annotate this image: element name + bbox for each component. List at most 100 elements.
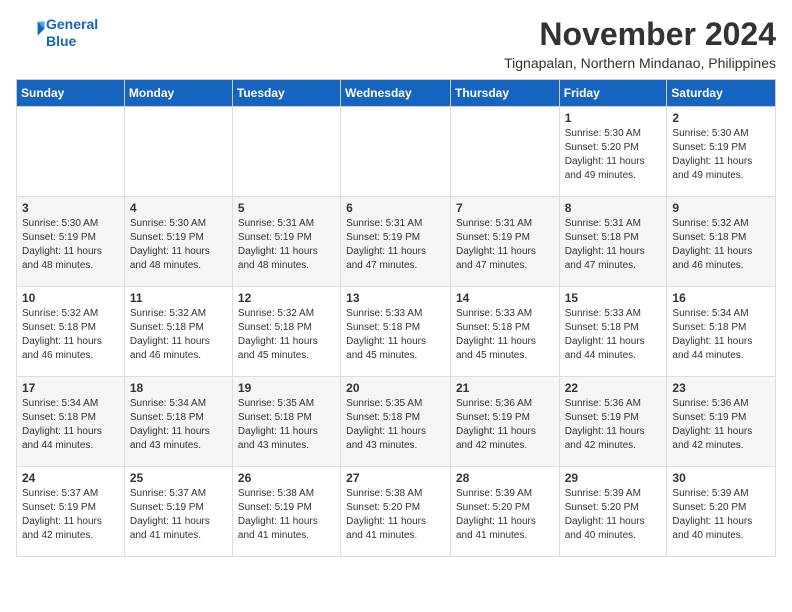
day-cell: 16 Sunrise: 5:34 AMSunset: 5:18 PMDayligh… xyxy=(667,287,776,377)
logo-line1: General xyxy=(46,16,98,32)
month-title: November 2024 xyxy=(504,16,776,53)
day-cell xyxy=(124,107,232,197)
day-cell: 19 Sunrise: 5:35 AMSunset: 5:18 PMDayligh… xyxy=(232,377,340,467)
day-cell: 28 Sunrise: 5:39 AMSunset: 5:20 PMDayligh… xyxy=(450,467,559,557)
day-info: Sunrise: 5:33 AMSunset: 5:18 PMDaylight:… xyxy=(346,307,445,363)
day-cell: 20Sunrise: 5:35 AMSunset: 5:18 PMDayligh… xyxy=(341,377,451,467)
day-info: Sunrise: 5:36 AMSunset: 5:19 PMDaylight:… xyxy=(456,397,554,453)
day-cell: 21 Sunrise: 5:36 AMSunset: 5:19 PMDayligh… xyxy=(450,377,559,467)
day-cell: 8 Sunrise: 5:31 AMSunset: 5:18 PMDaylight… xyxy=(559,197,667,287)
day-info: Sunrise: 5:34 AMSunset: 5:18 PMDaylight:… xyxy=(672,307,770,363)
day-cell: 10Sunrise: 5:32 AMSunset: 5:18 PMDayligh… xyxy=(17,287,125,377)
day-cell xyxy=(17,107,125,197)
day-cell xyxy=(341,107,451,197)
day-cell: 24 Sunrise: 5:37 AMSunset: 5:19 PMDayligh… xyxy=(17,467,125,557)
day-number: 26 xyxy=(238,471,335,485)
day-cell: 17Sunrise: 5:34 AMSunset: 5:18 PMDayligh… xyxy=(17,377,125,467)
day-cell: 23 Sunrise: 5:36 AMSunset: 5:19 PMDayligh… xyxy=(667,377,776,467)
day-number: 21 xyxy=(456,381,554,395)
day-cell: 30Sunrise: 5:39 AMSunset: 5:20 PMDayligh… xyxy=(667,467,776,557)
day-cell: 11 Sunrise: 5:32 AMSunset: 5:18 PMDayligh… xyxy=(124,287,232,377)
day-number: 2 xyxy=(672,111,770,125)
day-number: 17 xyxy=(22,381,119,395)
day-number: 6 xyxy=(346,201,445,215)
day-info: Sunrise: 5:36 AMSunset: 5:19 PMDaylight:… xyxy=(672,397,770,453)
day-number: 30 xyxy=(672,471,770,485)
day-info: Sunrise: 5:38 AMSunset: 5:19 PMDaylight:… xyxy=(238,487,335,543)
day-number: 3 xyxy=(22,201,119,215)
day-number: 14 xyxy=(456,291,554,305)
day-info: Sunrise: 5:30 AMSunset: 5:19 PMDaylight:… xyxy=(22,217,119,273)
day-cell: 22 Sunrise: 5:36 AMSunset: 5:19 PMDayligh… xyxy=(559,377,667,467)
col-header-thursday: Thursday xyxy=(450,80,559,107)
day-number: 16 xyxy=(672,291,770,305)
day-info: Sunrise: 5:31 AMSunset: 5:18 PMDaylight:… xyxy=(565,217,662,273)
day-number: 11 xyxy=(130,291,227,305)
day-number: 22 xyxy=(565,381,662,395)
day-info: Sunrise: 5:34 AMSunset: 5:18 PMDaylight:… xyxy=(130,397,227,453)
day-info: Sunrise: 5:39 AMSunset: 5:20 PMDaylight:… xyxy=(565,487,662,543)
day-number: 1 xyxy=(565,111,662,125)
day-cell: 1 Sunrise: 5:30 AMSunset: 5:20 PMDaylight… xyxy=(559,107,667,197)
day-number: 23 xyxy=(672,381,770,395)
day-info: Sunrise: 5:37 AMSunset: 5:19 PMDaylight:… xyxy=(22,487,119,543)
col-header-saturday: Saturday xyxy=(667,80,776,107)
day-cell: 5Sunrise: 5:31 AMSunset: 5:19 PMDaylight… xyxy=(232,197,340,287)
day-number: 12 xyxy=(238,291,335,305)
logo: General Blue xyxy=(16,16,98,50)
day-number: 10 xyxy=(22,291,119,305)
day-cell: 9 Sunrise: 5:32 AMSunset: 5:18 PMDaylight… xyxy=(667,197,776,287)
calendar-table: SundayMondayTuesdayWednesdayThursdayFrid… xyxy=(16,79,776,557)
day-info: Sunrise: 5:37 AMSunset: 5:19 PMDaylight:… xyxy=(130,487,227,543)
week-row-3: 10 Sunrise: 5:32 AMSunset: 5:18 PMDayligh… xyxy=(17,287,776,377)
day-info: Sunrise: 5:30 AMSunset: 5:20 PMDaylight:… xyxy=(565,127,662,183)
day-cell xyxy=(450,107,559,197)
col-header-wednesday: Wednesday xyxy=(341,80,451,107)
day-info: Sunrise: 5:31 AMSunset: 5:19 PMDaylight:… xyxy=(456,217,554,273)
day-cell: 3 Sunrise: 5:30 AMSunset: 5:19 PMDaylight… xyxy=(17,197,125,287)
day-cell: 15 Sunrise: 5:33 AMSunset: 5:18 PMDayligh… xyxy=(559,287,667,377)
day-cell: 4 Sunrise: 5:30 AMSunset: 5:19 PMDaylight… xyxy=(124,197,232,287)
day-info: Sunrise: 5:32 AMSunset: 5:18 PMDaylight:… xyxy=(238,307,335,363)
logo-line2: Blue xyxy=(46,33,76,49)
day-cell: 29 Sunrise: 5:39 AMSunset: 5:20 PMDayligh… xyxy=(559,467,667,557)
day-info: Sunrise: 5:32 AMSunset: 5:18 PMDaylight:… xyxy=(672,217,770,273)
day-info: Sunrise: 5:35 AMSunset: 5:18 PMDaylight:… xyxy=(238,397,335,453)
day-number: 18 xyxy=(130,381,227,395)
page-header: General Blue November 2024 Tignapalan, N… xyxy=(16,16,776,71)
week-row-1: 1 Sunrise: 5:30 AMSunset: 5:20 PMDaylight… xyxy=(17,107,776,197)
col-header-friday: Friday xyxy=(559,80,667,107)
day-info: Sunrise: 5:35 AMSunset: 5:18 PMDaylight:… xyxy=(346,397,445,453)
day-info: Sunrise: 5:36 AMSunset: 5:19 PMDaylight:… xyxy=(565,397,662,453)
day-number: 25 xyxy=(130,471,227,485)
day-cell: 25 Sunrise: 5:37 AMSunset: 5:19 PMDayligh… xyxy=(124,467,232,557)
day-number: 28 xyxy=(456,471,554,485)
day-number: 27 xyxy=(346,471,445,485)
day-info: Sunrise: 5:38 AMSunset: 5:20 PMDaylight:… xyxy=(346,487,445,543)
day-cell: 2 Sunrise: 5:30 AMSunset: 5:19 PMDaylight… xyxy=(667,107,776,197)
day-info: Sunrise: 5:31 AMSunset: 5:19 PMDaylight:… xyxy=(238,217,335,273)
day-number: 8 xyxy=(565,201,662,215)
col-header-sunday: Sunday xyxy=(17,80,125,107)
day-info: Sunrise: 5:30 AMSunset: 5:19 PMDaylight:… xyxy=(672,127,770,183)
day-number: 9 xyxy=(672,201,770,215)
day-cell: 14Sunrise: 5:33 AMSunset: 5:18 PMDayligh… xyxy=(450,287,559,377)
day-info: Sunrise: 5:32 AMSunset: 5:18 PMDaylight:… xyxy=(130,307,227,363)
day-number: 4 xyxy=(130,201,227,215)
day-cell: 18 Sunrise: 5:34 AMSunset: 5:18 PMDayligh… xyxy=(124,377,232,467)
day-cell: 13Sunrise: 5:33 AMSunset: 5:18 PMDayligh… xyxy=(341,287,451,377)
day-info: Sunrise: 5:39 AMSunset: 5:20 PMDaylight:… xyxy=(456,487,554,543)
day-cell: 27 Sunrise: 5:38 AMSunset: 5:20 PMDayligh… xyxy=(341,467,451,557)
day-number: 24 xyxy=(22,471,119,485)
day-number: 19 xyxy=(238,381,335,395)
logo-text: General Blue xyxy=(46,16,98,50)
day-cell: 6Sunrise: 5:31 AMSunset: 5:19 PMDaylight… xyxy=(341,197,451,287)
day-cell xyxy=(232,107,340,197)
day-info: Sunrise: 5:30 AMSunset: 5:19 PMDaylight:… xyxy=(130,217,227,273)
col-header-monday: Monday xyxy=(124,80,232,107)
title-block: November 2024 Tignapalan, Northern Minda… xyxy=(504,16,776,71)
day-number: 29 xyxy=(565,471,662,485)
day-info: Sunrise: 5:33 AMSunset: 5:18 PMDaylight:… xyxy=(565,307,662,363)
day-number: 7 xyxy=(456,201,554,215)
day-number: 15 xyxy=(565,291,662,305)
